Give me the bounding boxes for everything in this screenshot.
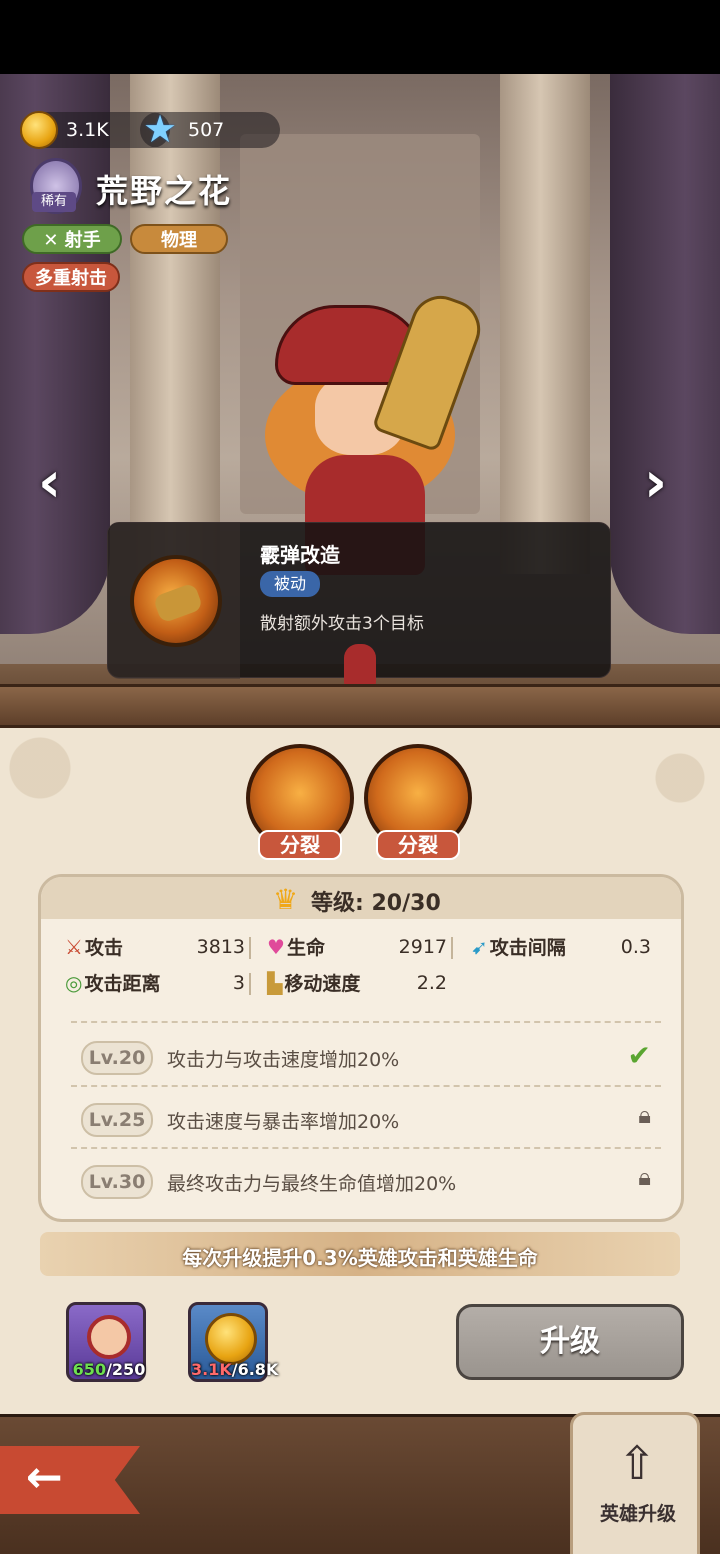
level-badge: Lv.20 — [81, 1041, 153, 1075]
lock-icon: 🔒︎ — [638, 1163, 651, 1191]
stat-value: 0.3 — [620, 935, 651, 958]
cannon-skill-icon — [130, 555, 222, 647]
level-bonus-row-partial — [71, 1007, 661, 1023]
pillar-right — [500, 74, 590, 574]
level-bonus-row: Lv.20 攻击力与攻击速度增加20% ✔ — [71, 1025, 661, 1087]
boot-icon: ▙ — [267, 970, 283, 995]
wood-divider — [0, 684, 720, 728]
stat-attack: ⚔ 攻击 3813 — [65, 933, 245, 960]
lock-icon: 🔒︎ — [638, 1101, 651, 1129]
speed-icon: ➹ — [471, 934, 488, 959]
level-badge: Lv.30 — [81, 1165, 153, 1199]
tab-hero-upgrade[interactable]: ⇧ 英雄升级 — [570, 1412, 700, 1554]
stat-label: 攻击距离 — [84, 973, 161, 995]
stat-value: 3813 — [196, 935, 245, 958]
level-bonus-text: 攻击速度与暴击率增加20% — [167, 1111, 400, 1133]
hero-name: 荒野之花 — [96, 172, 233, 210]
gem-star-icon: ★ — [142, 107, 178, 151]
gold-amount: 3.1K — [66, 119, 109, 141]
level-bonus-row: Lv.30 最终攻击力与最终生命值增加20% 🔒︎ — [71, 1149, 661, 1211]
level-display: 等级: 20/30 — [311, 885, 441, 917]
damage-type-tag[interactable]: 物理 — [130, 224, 228, 254]
upgrade-info-ribbon: 每次升级提升0.3%英雄攻击和英雄生命 — [40, 1232, 680, 1276]
heart-icon: ♥ — [267, 934, 285, 959]
stats-panel: ♛ 等级: 20/30 ⚔ 攻击 3813 ♥ 生命 2917 ➹ 攻击间隔 0… — [38, 874, 684, 1222]
stat-label: 攻击 — [84, 937, 123, 959]
range-icon: ◎ — [65, 970, 83, 995]
tab-hero-upgrade-label: 英雄升级 — [599, 1503, 676, 1525]
stat-attack-range: ◎ 攻击距离 3 — [65, 969, 245, 996]
hero-shard-icon — [87, 1315, 131, 1359]
level-header: ♛ 等级: 20/30 — [41, 877, 681, 919]
bow-icon: ✕ — [43, 230, 65, 251]
stat-divider — [249, 973, 251, 995]
rarity-label: 稀有 — [32, 192, 76, 212]
gold-coin-icon — [20, 111, 58, 149]
sword-icon: ⚔ — [65, 934, 83, 959]
level-label: 等级: — [311, 891, 364, 916]
stat-value: 2917 — [398, 935, 447, 958]
skill-description: 散射额外攻击3个目标 — [260, 614, 424, 634]
branch-label: 分裂 — [258, 830, 342, 860]
gold-have: 3.1K — [191, 1360, 232, 1379]
stat-divider — [249, 937, 251, 959]
crown-icon: ♛ — [273, 883, 299, 916]
curtain-right — [610, 74, 720, 634]
upgrade-button[interactable]: 升级 — [456, 1304, 684, 1380]
class-tag[interactable]: ✕ 射手 — [22, 224, 122, 254]
stat-attack-interval: ➹ 攻击间隔 0.3 — [471, 933, 651, 960]
skill-type-badge: 被动 — [260, 571, 320, 597]
stat-divider — [451, 937, 453, 959]
upgrade-arrow-icon: ⇧ — [617, 1436, 657, 1490]
status-bar-area — [0, 0, 720, 74]
stat-label: 攻击间隔 — [489, 937, 566, 959]
gold-count: 3.1K/6.8K — [191, 1360, 278, 1379]
upgrade-info-text: 每次升级提升0.3%英雄攻击和英雄生命 — [182, 1246, 538, 1270]
skill-branch-1[interactable]: 分裂 — [246, 744, 354, 860]
gem-counter[interactable]: ★ 507 — [140, 107, 280, 151]
stat-move-speed: ▙ 移动速度 2.2 — [267, 969, 447, 996]
stat-label: 移动速度 — [284, 973, 361, 995]
branch-label: 分裂 — [376, 830, 460, 860]
prev-hero-arrow-icon[interactable]: ‹ — [38, 450, 61, 515]
check-icon: ✔ — [627, 1039, 651, 1072]
level-value: 20/30 — [371, 891, 441, 916]
gem-amount: 507 — [188, 119, 225, 141]
stat-value: 2.2 — [416, 971, 447, 994]
stat-value: 3 — [232, 971, 245, 994]
level-bonus-row: Lv.25 攻击速度与暴击率增加20% 🔒︎ — [71, 1087, 661, 1149]
skill-branch-2[interactable]: 分裂 — [364, 744, 472, 860]
level-bonus-text: 攻击力与攻击速度增加20% — [167, 1049, 400, 1071]
next-hero-arrow-icon[interactable]: › — [644, 450, 667, 515]
class-tag-label: 射手 — [64, 230, 101, 251]
hero-shard-item[interactable]: 650/250 — [66, 1302, 146, 1382]
stat-health: ♥ 生命 2917 — [267, 933, 447, 960]
sprite-figure — [344, 644, 376, 688]
stat-label: 生命 — [286, 937, 325, 959]
shard-need: /250 — [106, 1360, 146, 1379]
shard-count: 650/250 — [69, 1360, 149, 1379]
skill-name: 霰弹改造 — [260, 543, 340, 567]
gold-need: /6.8K — [231, 1360, 279, 1379]
gold-coin-icon — [205, 1313, 257, 1365]
level-bonus-text: 最终攻击力与最终生命值增加20% — [167, 1173, 457, 1195]
shard-have: 650 — [72, 1360, 107, 1379]
ability-tag[interactable]: 多重射击 — [22, 262, 120, 292]
gold-cost-item[interactable]: 3.1K/6.8K — [188, 1302, 278, 1382]
level-badge: Lv.25 — [81, 1103, 153, 1137]
